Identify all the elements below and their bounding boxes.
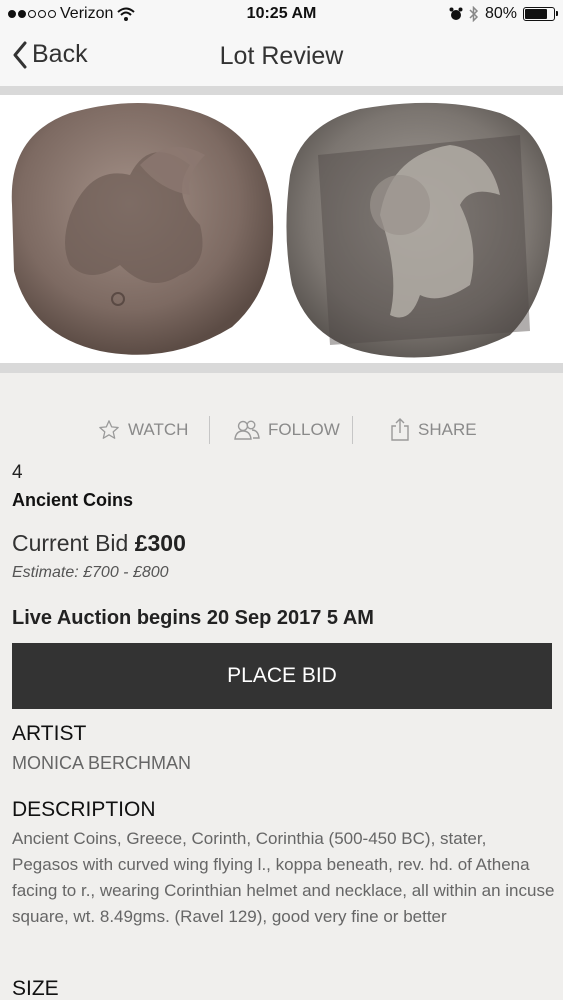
- share-button[interactable]: SHARE: [390, 410, 477, 450]
- share-label: SHARE: [418, 420, 477, 439]
- users-icon: [234, 420, 260, 440]
- action-row: WATCH FOLLOW SHARE: [0, 410, 563, 450]
- estimate: Estimate: £700 - £800: [12, 564, 169, 581]
- battery-icon: [523, 7, 558, 21]
- place-bid-label: PLACE BID: [227, 664, 337, 687]
- coin-illustration: [11, 102, 553, 358]
- status-right: 80%: [449, 5, 558, 23]
- current-bid: Current Bid £300: [12, 530, 186, 557]
- place-bid-button[interactable]: PLACE BID: [12, 643, 552, 709]
- bluetooth-icon: [469, 6, 479, 22]
- description-heading: DESCRIPTION: [12, 798, 156, 821]
- description-text: Ancient Coins, Greece, Corinth, Corinthi…: [12, 829, 555, 926]
- coin-photo: [0, 95, 563, 363]
- divider: [209, 416, 210, 444]
- nav-bar: Back Lot Review: [0, 30, 563, 86]
- current-bid-value: £300: [134, 530, 186, 556]
- artist-heading: ARTIST: [12, 722, 87, 745]
- lot-number: 4: [12, 462, 23, 483]
- status-bar: Verizon 10:25 AM 80%: [0, 0, 563, 30]
- lot-image[interactable]: [0, 86, 563, 373]
- auction-start: Live Auction begins 20 Sep 2017 5 AM: [12, 607, 374, 629]
- star-icon: [99, 420, 119, 439]
- artist-name: MONICA BERCHMAN: [12, 753, 192, 773]
- follow-button[interactable]: FOLLOW: [234, 410, 340, 450]
- lot-category: Ancient Coins: [12, 490, 134, 510]
- follow-label: FOLLOW: [268, 420, 340, 439]
- divider: [352, 416, 353, 444]
- share-icon: [391, 418, 409, 441]
- current-bid-label: Current Bid: [12, 530, 129, 556]
- size-heading: SIZE: [12, 977, 59, 1000]
- battery-percent: 80%: [484, 5, 517, 22]
- battery-level: [525, 9, 548, 19]
- page-title: Lot Review: [219, 42, 344, 70]
- watch-button[interactable]: WATCH: [98, 410, 188, 450]
- watch-label: WATCH: [128, 420, 189, 439]
- alarm-icon: [449, 7, 463, 20]
